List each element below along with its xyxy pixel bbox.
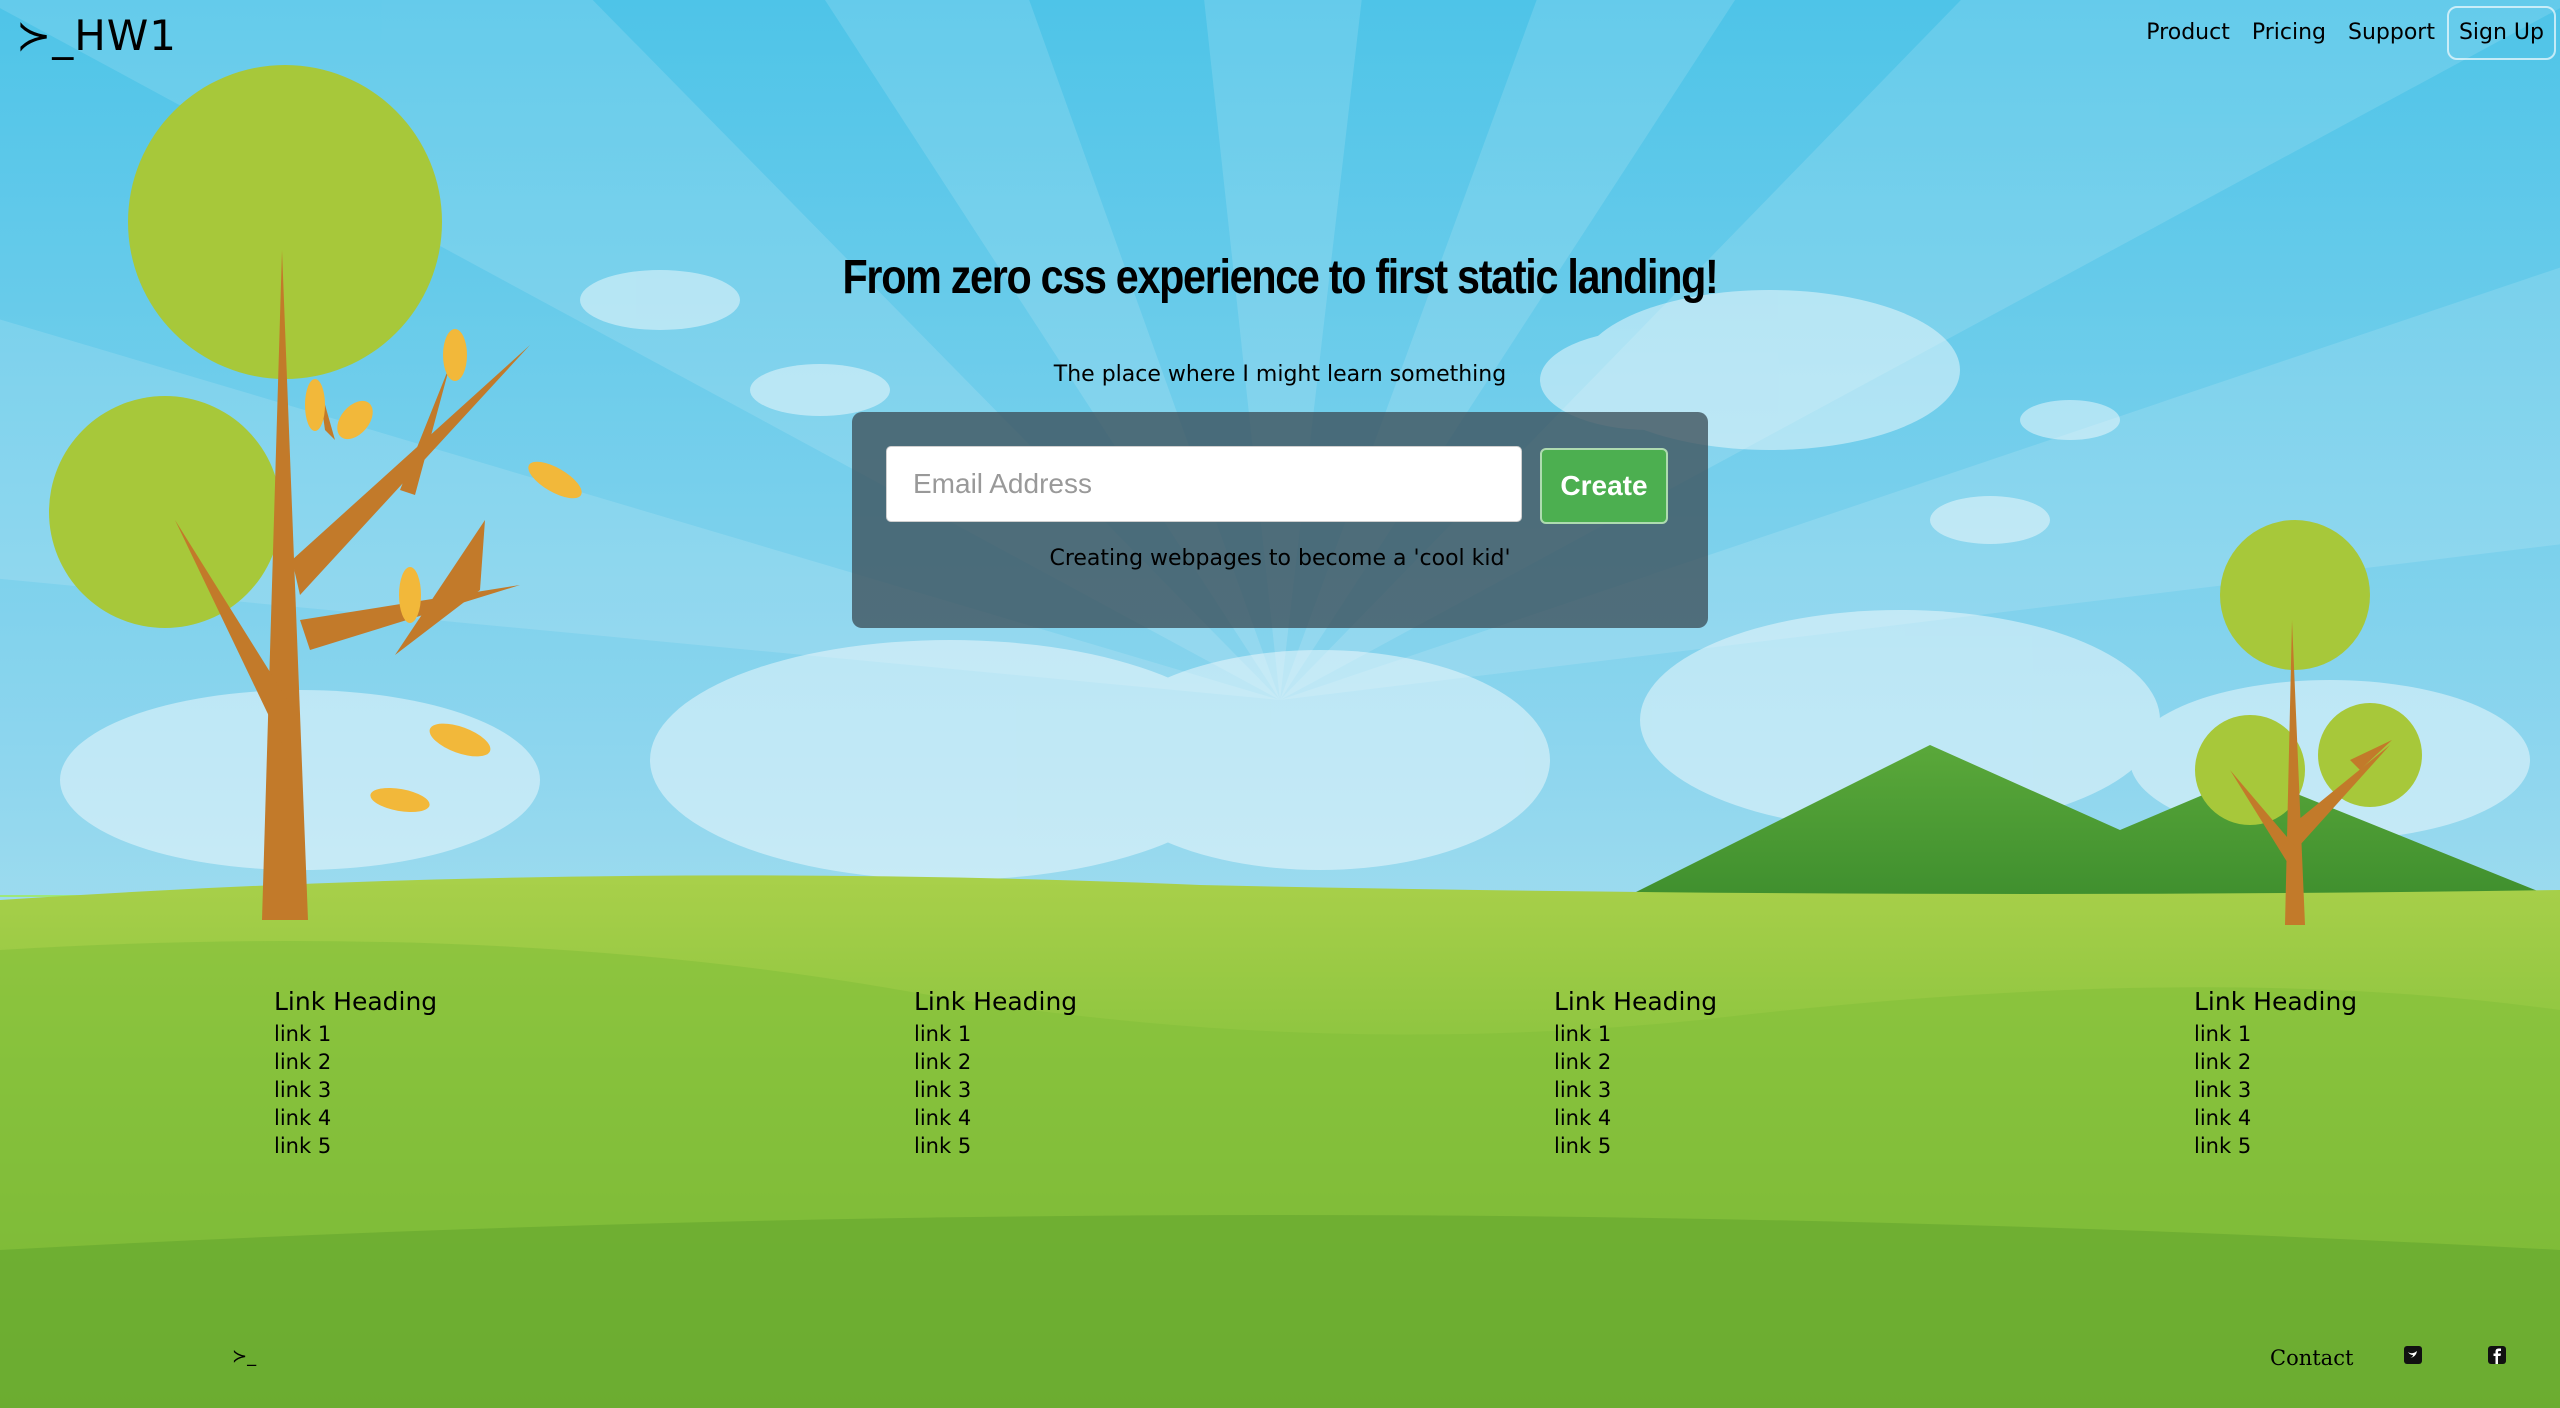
nav-support[interactable]: Support — [2348, 11, 2435, 55]
footer-link[interactable]: link 2 — [274, 1048, 437, 1076]
footer-link[interactable]: link 4 — [2194, 1104, 2357, 1132]
footer-link[interactable]: link 5 — [2194, 1132, 2357, 1160]
footer-link[interactable]: link 3 — [2194, 1076, 2357, 1104]
brand-logo[interactable]: ≻_HW1 — [16, 10, 177, 62]
footer-logo: ≻_ — [232, 1346, 257, 1367]
footer-link[interactable]: link 4 — [1554, 1104, 1717, 1132]
link-column-1: Link Heading link 1 link 2 link 3 link 4… — [274, 986, 437, 1160]
contact-link[interactable]: Contact — [2270, 1346, 2353, 1370]
background-illustration — [0, 0, 2560, 1408]
hero-title: From zero css experience to first static… — [842, 251, 1718, 304]
create-button[interactable]: Create — [1540, 448, 1668, 524]
signup-panel: Create Creating webpages to become a 'co… — [852, 412, 1708, 628]
link-column-2: Link Heading link 1 link 2 link 3 link 4… — [914, 986, 1077, 1160]
link-column-3: Link Heading link 1 link 2 link 3 link 4… — [1554, 986, 1717, 1160]
footer-link[interactable]: link 2 — [2194, 1048, 2357, 1076]
footer-link[interactable]: link 3 — [274, 1076, 437, 1104]
link-heading: Link Heading — [2194, 987, 2358, 1016]
footer-link[interactable]: link 3 — [914, 1076, 1077, 1104]
footer-link[interactable]: link 4 — [914, 1104, 1077, 1132]
footer-link[interactable]: link 5 — [274, 1132, 437, 1160]
panel-note: Creating webpages to become a 'cool kid' — [1049, 546, 1511, 571]
footer-link[interactable]: link 5 — [914, 1132, 1077, 1160]
link-heading: Link Heading — [914, 987, 1078, 1016]
footer-link[interactable]: link 4 — [274, 1104, 437, 1132]
footer-link[interactable]: link 1 — [2194, 1020, 2357, 1048]
nav-product[interactable]: Product — [2146, 11, 2230, 55]
footer-link[interactable]: link 2 — [1554, 1048, 1717, 1076]
hero-subtitle: The place where I might learn something — [1053, 362, 1507, 387]
top-nav: Product Pricing Support Sign Up — [2124, 6, 2556, 60]
facebook-icon[interactable] — [2488, 1346, 2506, 1364]
footer-link[interactable]: link 1 — [1554, 1020, 1717, 1048]
footer-link[interactable]: link 1 — [274, 1020, 437, 1048]
link-heading: Link Heading — [1554, 987, 1718, 1016]
footer-link[interactable]: link 1 — [914, 1020, 1077, 1048]
link-column-4: Link Heading link 1 link 2 link 3 link 4… — [2194, 986, 2357, 1160]
twitter-icon[interactable] — [2404, 1346, 2422, 1364]
footer-link[interactable]: link 2 — [914, 1048, 1077, 1076]
nav-pricing[interactable]: Pricing — [2252, 11, 2326, 55]
footer-link[interactable]: link 5 — [1554, 1132, 1717, 1160]
signup-button[interactable]: Sign Up — [2446, 6, 2556, 60]
link-heading: Link Heading — [274, 987, 438, 1016]
email-input[interactable] — [886, 446, 1522, 522]
footer-link[interactable]: link 3 — [1554, 1076, 1717, 1104]
